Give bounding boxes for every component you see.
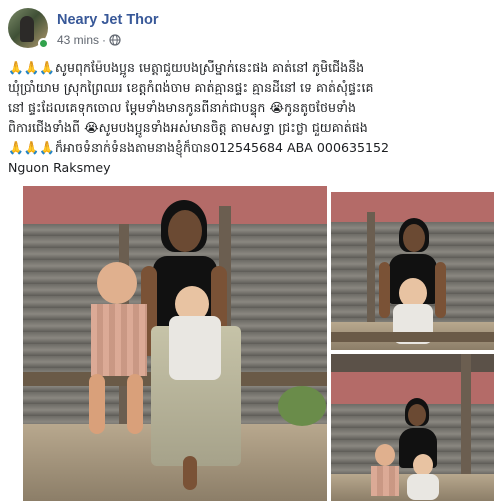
post-text-line: ពិការជើងទាំងពី 😭សូមបងប្អូនទាំងអស់មានចិត្… [8, 120, 368, 135]
facebook-post: Neary Jet Thor 43 mins · 🙏🙏🙏សូមពុកម៉ែបងប… [0, 0, 499, 501]
globe-icon[interactable] [109, 34, 121, 46]
post-photo-main[interactable] [23, 186, 327, 501]
post-body-text: 🙏🙏🙏សូមពុកម៉ែបងប្អូន មេត្តាជួយបងស្រីម្នាក… [8, 58, 490, 178]
avatar-figure [20, 16, 34, 42]
online-status-indicator [38, 38, 49, 49]
post-header: Neary Jet Thor 43 mins · [8, 8, 488, 52]
post-text-line: Nguon Raksmey [8, 160, 111, 175]
post-photo-secondary[interactable] [331, 192, 494, 350]
photo-grid [0, 184, 499, 501]
post-photo-tertiary[interactable] [331, 354, 494, 501]
author-name[interactable]: Neary Jet Thor [57, 12, 159, 28]
post-text-line: នៅ ផ្ទះដែលគេទុកចោល ម្ដែមទាំងមានកូនពីនាក់… [8, 100, 357, 115]
post-timestamp[interactable]: 43 mins [57, 33, 99, 47]
post-text-line: 🙏🙏🙏សូមពុកម៉ែបងប្អូន មេត្តាជួយបងស្រីម្នាក… [8, 60, 365, 75]
post-text-line: ឃុំប្រាំយាម ស្រុកព្រៃឈរ ខេត្តកំពង់ចាម គា… [8, 80, 374, 95]
post-meta: 43 mins · [57, 33, 121, 47]
post-text-line: 🙏🙏🙏ក៏អាចទំនាក់ទំនងតាមនាងខ្ញុំក៏បាន012545… [8, 140, 390, 155]
